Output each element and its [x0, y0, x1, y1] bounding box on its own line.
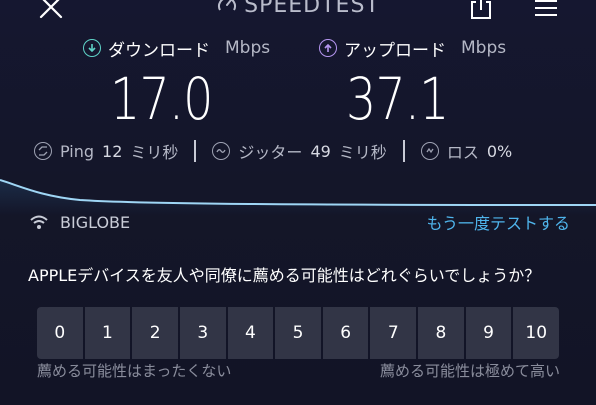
nps-score-button[interactable]: 4 — [227, 307, 274, 359]
nps-scale: 0 1 2 3 4 5 6 7 8 9 10 — [37, 307, 560, 359]
menu-icon — [535, 0, 557, 16]
nps-score-button[interactable]: 3 — [179, 307, 226, 359]
download-label-text: ダウンロード — [108, 40, 210, 61]
isp-info: BIGLOBE — [30, 211, 130, 233]
share-button[interactable] — [467, 0, 495, 22]
wifi-icon — [30, 215, 48, 229]
nps-score-button[interactable]: 0 — [37, 307, 83, 359]
close-button[interactable] — [36, 0, 66, 24]
download-label: ダウンロード Mbps — [83, 36, 271, 61]
loss-label: ロス — [446, 143, 479, 162]
nps-score-button[interactable]: 2 — [132, 307, 178, 359]
ping-stat: Ping 12 ミリ秒 — [34, 139, 178, 163]
app-brand: SPEEDTEST — [200, 0, 396, 18]
nps-low-label: 薦める可能性はまったくない — [37, 362, 232, 380]
nps-score-button[interactable]: 10 — [513, 307, 560, 359]
download-speed-value: 17.0 — [110, 65, 213, 133]
nps-high-label: 薦める可能性は極めて高い — [379, 362, 560, 380]
nps-score-button[interactable]: 8 — [418, 307, 464, 359]
speedtest-result-screen: SPEEDTEST ダウンロード Mbps 17.0 アップロード Mbps 3… — [0, 0, 596, 405]
jitter-unit: ミリ秒 — [338, 143, 387, 162]
jitter-label: ジッター — [238, 143, 303, 162]
download-unit: Mbps — [225, 38, 271, 58]
nps-score-button[interactable]: 1 — [84, 307, 131, 359]
download-arrow-icon — [83, 39, 101, 57]
close-icon — [39, 0, 63, 19]
menu-button[interactable] — [532, 0, 560, 20]
jitter-stat: ジッター 49 ミリ秒 — [212, 139, 387, 163]
jitter-icon — [212, 142, 231, 160]
upload-arrow-icon — [319, 39, 337, 57]
nps-score-button[interactable]: 5 — [275, 307, 321, 359]
upload-speed-value: 37.1 — [346, 65, 449, 133]
latency-stats: Ping 12 ミリ秒 ジッター 49 ミリ秒 ロス 0% — [34, 139, 512, 163]
isp-name: BIGLOBE — [60, 212, 131, 232]
share-icon — [471, 0, 491, 19]
upload-label: アップロード Mbps — [319, 36, 507, 61]
ping-value: 12 — [102, 141, 123, 161]
nps-score-button[interactable]: 7 — [370, 307, 417, 359]
loss-value: 0% — [486, 141, 513, 161]
brand-name: SPEEDTEST — [244, 0, 380, 18]
upload-label-text: アップロード — [344, 40, 446, 61]
ping-label: Ping — [60, 141, 95, 161]
test-again-link[interactable]: もう一度テストする — [426, 210, 570, 233]
speed-graph — [0, 179, 596, 215]
speedometer-icon — [218, 0, 237, 11]
nps-question: APPLEデバイスを友人や同僚に薦める可能性はどれぐらいでしょうか？ — [28, 266, 541, 285]
packet-loss-icon — [420, 142, 439, 160]
stats-divider — [402, 140, 405, 162]
upload-unit: Mbps — [461, 38, 507, 58]
ping-icon — [34, 142, 52, 160]
loss-stat: ロス 0% — [420, 139, 513, 163]
stats-divider — [194, 140, 197, 162]
ping-unit: ミリ秒 — [130, 143, 179, 162]
nps-score-button[interactable]: 6 — [322, 307, 369, 359]
jitter-value: 49 — [310, 141, 331, 161]
speed-graph-line — [0, 179, 596, 206]
nps-score-button[interactable]: 9 — [465, 307, 512, 359]
